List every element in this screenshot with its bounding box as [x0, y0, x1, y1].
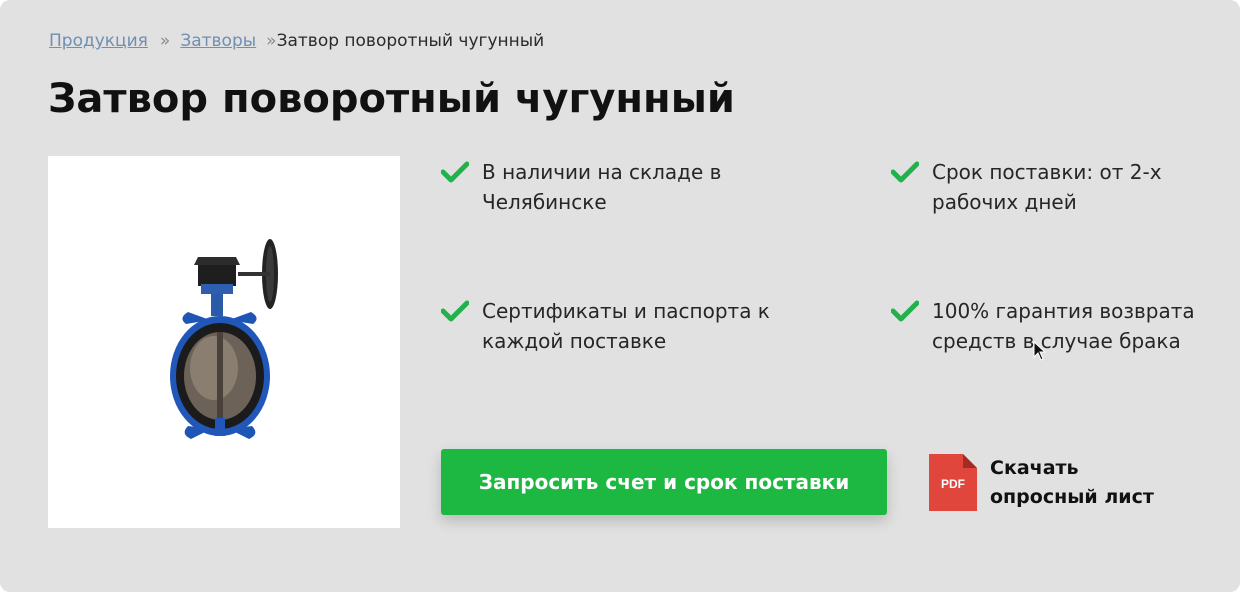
product-card: Продукция» Затворы »Затвор поворотный чугу… [0, 0, 1240, 592]
check-icon [891, 300, 919, 322]
feature-text: Сертификаты и паспорта к каждой поставке [482, 299, 770, 353]
breadcrumb-link-valves[interactable]: Затворы [180, 31, 256, 51]
breadcrumb-separator: » [159, 31, 171, 51]
breadcrumb-separator: » [266, 31, 277, 51]
check-icon [891, 161, 919, 183]
feature-text: Срок поставки: от 2-х рабочих дней [932, 160, 1162, 214]
pdf-icon-label: PDF [941, 477, 965, 491]
mouse-cursor-icon [1033, 341, 1047, 361]
feature-text: В наличии на складе в Челябинске [482, 160, 722, 214]
pdf-icon: PDF [929, 454, 977, 511]
check-icon [441, 300, 469, 322]
download-label[interactable]: Скачать опросный лист [990, 454, 1190, 512]
download-questionnaire-link[interactable]: PDF Скачать опросный лист [929, 454, 1179, 514]
breadcrumb-current: Затвор поворотный чугунный [276, 31, 545, 51]
feature-text: 100% гарантия возврата средств в случае … [932, 299, 1195, 353]
check-icon [441, 161, 469, 183]
request-invoice-button[interactable]: Запросить счет и срок поставки [441, 449, 887, 515]
product-image [48, 156, 400, 528]
butterfly-valve-image [170, 239, 278, 439]
breadcrumb: Продукция» Затворы »Затвор поворотный чугу… [49, 31, 544, 51]
breadcrumb-link-products[interactable]: Продукция [49, 31, 148, 51]
page-title: Затвор поворотный чугунный [48, 76, 735, 122]
